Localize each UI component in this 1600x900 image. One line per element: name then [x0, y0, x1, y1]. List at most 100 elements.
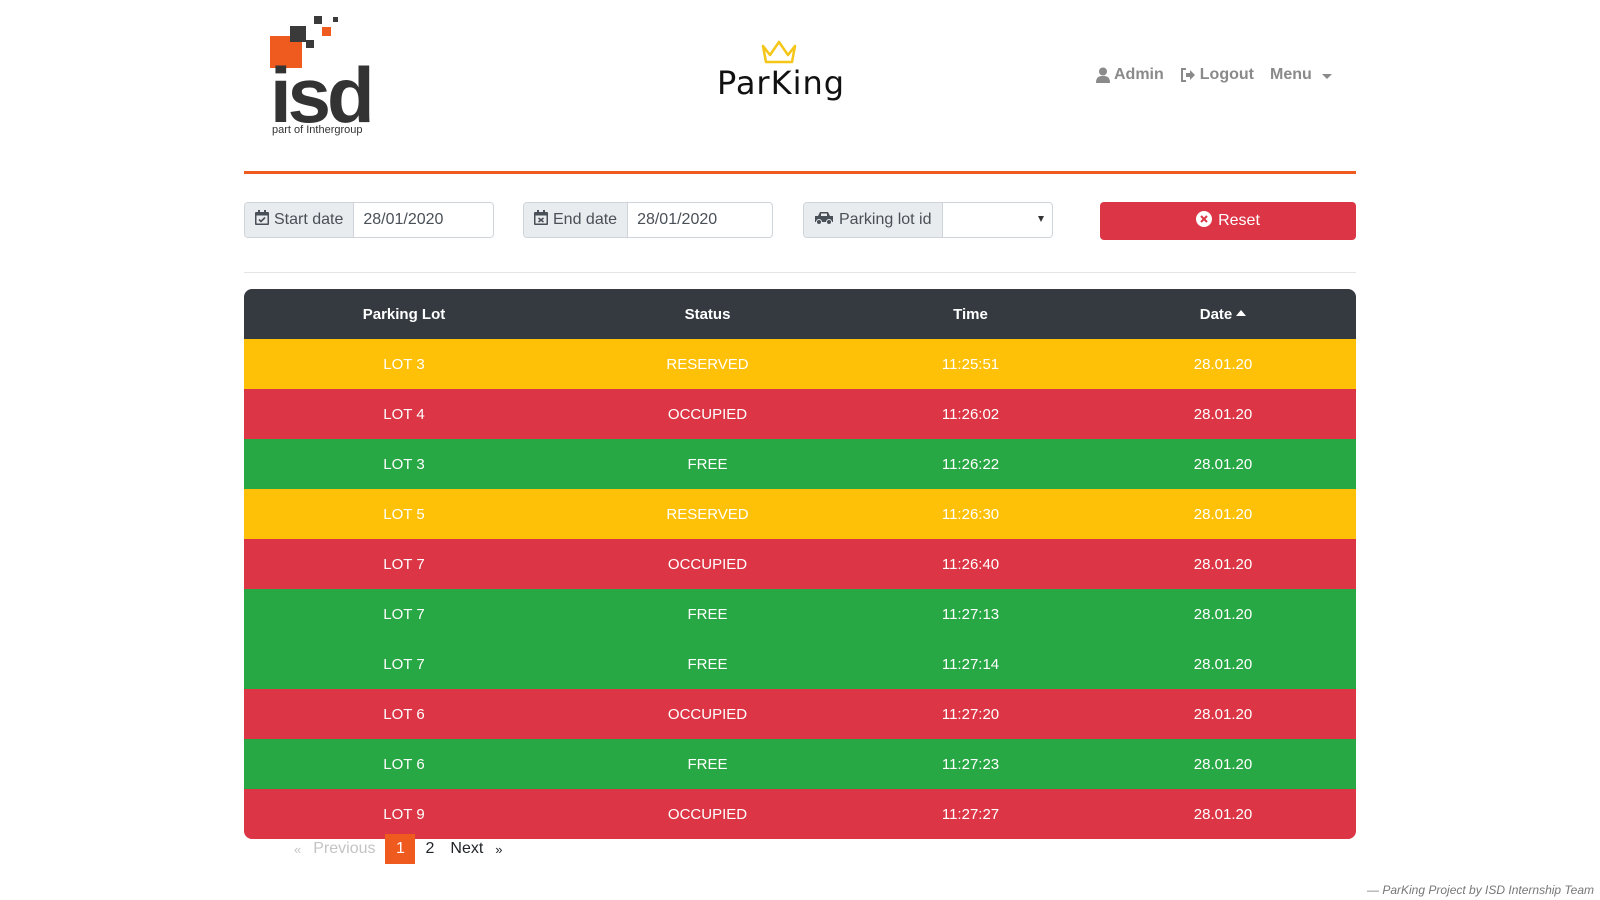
logo-subtitle: part of Inthergroup: [272, 124, 363, 136]
table-row: LOT 9 OCCUPIED 11:27:27 28.01.20: [244, 789, 1356, 839]
logout-label: Logout: [1199, 66, 1254, 83]
end-date-addon: End date: [524, 203, 629, 237]
cell-lot: LOT 9: [244, 789, 564, 839]
parking-lot-select[interactable]: [942, 203, 1052, 237]
cell-date: 28.01.20: [1090, 739, 1356, 789]
cell-time: 11:27:20: [851, 689, 1090, 739]
column-header-status[interactable]: Status: [564, 289, 851, 339]
admin-label: Admin: [1114, 66, 1164, 83]
next-page-link[interactable]: Next: [450, 840, 483, 858]
table-row: LOT 5 RESERVED 11:26:30 28.01.20: [244, 489, 1356, 539]
cell-status: OCCUPIED: [564, 539, 851, 589]
cell-time: 11:27:23: [851, 739, 1090, 789]
calendar-icon: [255, 210, 269, 230]
column-header-date[interactable]: Date: [1090, 289, 1356, 339]
start-date-addon: Start date: [245, 203, 355, 237]
table-row: LOT 6 OCCUPIED 11:27:20 28.01.20: [244, 689, 1356, 739]
cell-lot: LOT 3: [244, 439, 564, 489]
start-date-label: Start date: [274, 211, 344, 228]
menu-label: Menu: [1269, 66, 1312, 83]
cell-status: FREE: [564, 439, 851, 489]
filter-divider: [244, 272, 1356, 273]
cell-status: FREE: [564, 589, 851, 639]
top-nav: Admin Logout Menu: [1096, 66, 1332, 84]
cell-lot: LOT 6: [244, 739, 564, 789]
cell-status: OCCUPIED: [564, 689, 851, 739]
cell-date: 28.01.20: [1090, 539, 1356, 589]
parking-lot-label: Parking lot id: [839, 211, 932, 228]
user-icon: [1096, 67, 1110, 83]
cell-time: 11:26:40: [851, 539, 1090, 589]
table-row: LOT 6 FREE 11:27:23 28.01.20: [244, 739, 1356, 789]
table-row: LOT 3 FREE 11:26:22 28.01.20: [244, 439, 1356, 489]
cell-lot: LOT 6: [244, 689, 564, 739]
cell-time: 11:26:22: [851, 439, 1090, 489]
column-header-parking-lot[interactable]: Parking Lot: [244, 289, 564, 339]
brand-title: ParKing: [716, 64, 846, 102]
cell-status: OCCUPIED: [564, 389, 851, 439]
cell-time: 11:27:13: [851, 589, 1090, 639]
previous-page-link[interactable]: Previous: [313, 840, 375, 858]
start-date-input[interactable]: [354, 203, 493, 237]
cell-status: RESERVED: [564, 339, 851, 389]
cell-status: OCCUPIED: [564, 789, 851, 839]
cell-lot: LOT 7: [244, 639, 564, 689]
chevron-down-icon: [1321, 73, 1332, 79]
pagination: « Previous 1 2 Next »: [294, 834, 503, 864]
cell-lot: LOT 4: [244, 389, 564, 439]
cell-time: 11:26:02: [851, 389, 1090, 439]
events-table: Parking Lot Status Time Date LOT 3 RESER…: [244, 289, 1356, 839]
cell-status: FREE: [564, 739, 851, 789]
chevron-down-icon: [1037, 216, 1044, 222]
end-date-filter: End date: [523, 202, 773, 238]
table-row: LOT 7 FREE 11:27:14 28.01.20: [244, 639, 1356, 689]
page-2-link[interactable]: 2: [425, 840, 434, 858]
table-row: LOT 4 OCCUPIED 11:26:02 28.01.20: [244, 389, 1356, 439]
footer-credit: — ParKing Project by ISD Internship Team: [1367, 883, 1594, 897]
cell-lot: LOT 7: [244, 539, 564, 589]
logout-link[interactable]: Logout: [1180, 66, 1254, 84]
reset-label: Reset: [1218, 212, 1260, 229]
crown-icon: [761, 40, 797, 64]
cell-date: 28.01.20: [1090, 689, 1356, 739]
cell-date: 28.01.20: [1090, 639, 1356, 689]
cell-date: 28.01.20: [1090, 489, 1356, 539]
table-row: LOT 3 RESERVED 11:25:51 28.01.20: [244, 339, 1356, 389]
logo-text: isd: [270, 51, 375, 139]
brand-logo: ParKing: [716, 30, 846, 110]
cell-time: 11:27:27: [851, 789, 1090, 839]
cell-time: 11:26:30: [851, 489, 1090, 539]
cell-time: 11:25:51: [851, 339, 1090, 389]
cell-lot: LOT 3: [244, 339, 564, 389]
table-header-row: Parking Lot Status Time Date: [244, 289, 1356, 339]
cell-date: 28.01.20: [1090, 339, 1356, 389]
end-date-label: End date: [553, 211, 618, 228]
parking-lot-addon: Parking lot id: [804, 203, 943, 237]
cell-date: 28.01.20: [1090, 389, 1356, 439]
cell-date: 28.01.20: [1090, 589, 1356, 639]
table-row: LOT 7 OCCUPIED 11:26:40 28.01.20: [244, 539, 1356, 589]
table-row: LOT 7 FREE 11:27:13 28.01.20: [244, 589, 1356, 639]
page-1-link[interactable]: 1: [385, 834, 416, 864]
cell-lot: LOT 5: [244, 489, 564, 539]
end-date-input[interactable]: [628, 203, 772, 237]
column-header-time[interactable]: Time: [851, 289, 1090, 339]
sort-ascending-icon: [1236, 309, 1247, 316]
reset-button[interactable]: Reset: [1100, 202, 1356, 240]
car-icon: [814, 211, 834, 230]
start-date-filter: Start date: [244, 202, 494, 238]
menu-dropdown[interactable]: Menu: [1270, 66, 1332, 84]
cell-time: 11:27:14: [851, 639, 1090, 689]
parking-lot-filter: Parking lot id: [803, 202, 1053, 238]
next-arrow[interactable]: »: [495, 842, 502, 857]
previous-arrow: «: [294, 841, 302, 857]
admin-link[interactable]: Admin: [1096, 66, 1164, 84]
cell-status: RESERVED: [564, 489, 851, 539]
header-divider: [244, 171, 1356, 174]
logout-icon: [1180, 68, 1196, 82]
calendar-icon: [534, 210, 548, 230]
close-circle-icon: [1196, 210, 1213, 232]
cell-status: FREE: [564, 639, 851, 689]
isd-logo: isd part of Inthergroup: [270, 14, 390, 139]
cell-lot: LOT 7: [244, 589, 564, 639]
